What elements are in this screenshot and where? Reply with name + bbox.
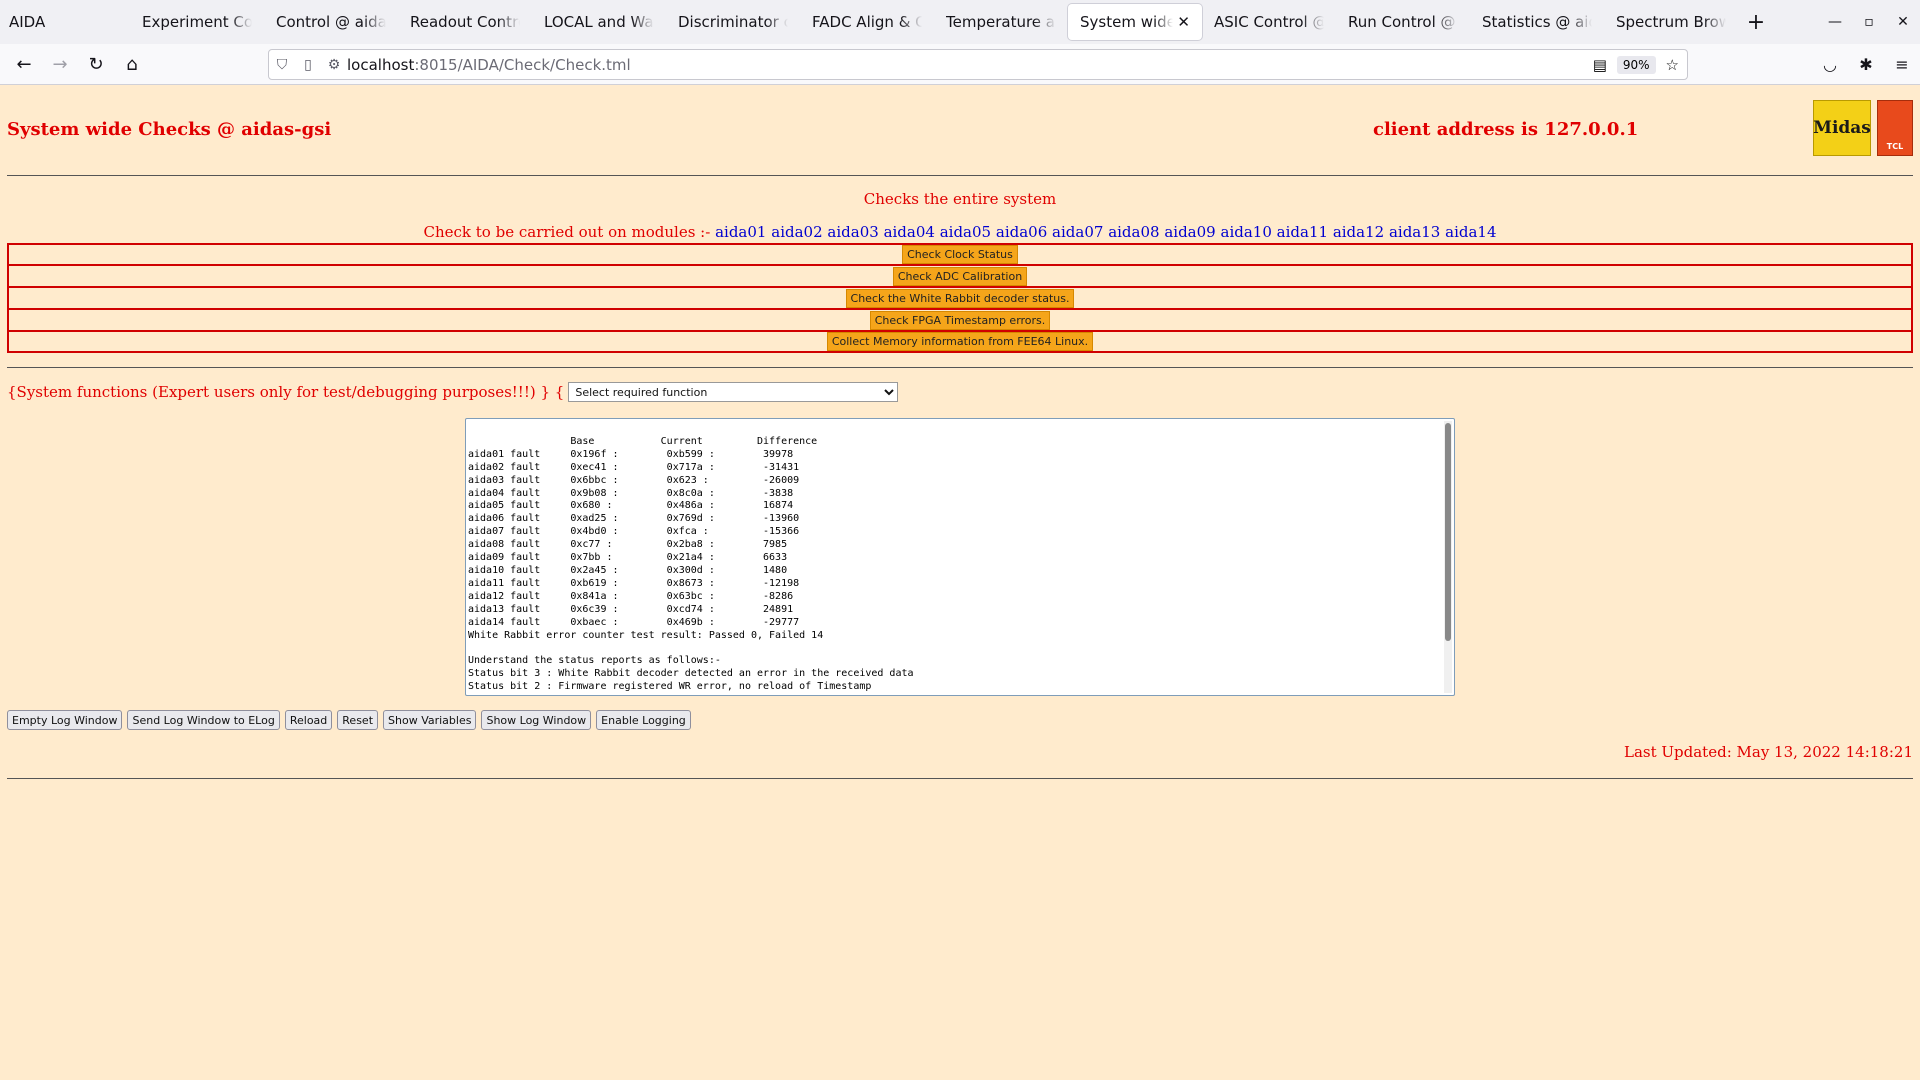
last-updated: Last Updated: May 13, 2022 14:18:21 xyxy=(1624,743,1913,761)
show-log-window-button[interactable]: Show Log Window xyxy=(481,710,592,730)
client-address: client address is 127.0.0.1 xyxy=(1373,119,1639,140)
close-window-icon[interactable]: ✕ xyxy=(1886,14,1920,30)
check-row: Check the White Rabbit decoder status. xyxy=(7,287,1913,309)
check-row: Check Clock Status xyxy=(7,243,1913,265)
divider xyxy=(7,175,1913,176)
reader-view-icon[interactable]: ▤ xyxy=(1593,56,1607,74)
window-controls: — ▫ ✕ xyxy=(1818,14,1920,30)
page-icon: ▯ xyxy=(304,56,312,73)
modules-label: Check to be carried out on modules :- xyxy=(423,223,711,241)
module-link-aida01[interactable]: aida01 xyxy=(715,223,766,241)
system-functions-label: {System functions (Expert users only for… xyxy=(7,383,565,401)
check-row: Collect Memory information from FEE64 Li… xyxy=(7,331,1913,353)
pocket-icon[interactable]: ◡ xyxy=(1812,55,1848,74)
back-arrow-icon[interactable]: ← xyxy=(6,54,42,75)
tab-local-wave[interactable]: LOCAL and Wave xyxy=(532,4,666,40)
module-link-aida06[interactable]: aida06 xyxy=(996,223,1047,241)
tab-system-wide-checks[interactable]: System wide Ch✕ xyxy=(1068,4,1202,40)
reload-button[interactable]: Reload xyxy=(284,710,333,730)
module-link-aida10[interactable]: aida10 xyxy=(1221,223,1272,241)
checks-table: Check Clock Status Check ADC Calibration… xyxy=(7,243,1913,353)
tab-experiment-control[interactable]: Experiment Control xyxy=(130,4,264,40)
module-link-aida14[interactable]: aida14 xyxy=(1445,223,1496,241)
midas-logo: Midas xyxy=(1813,100,1871,156)
tab-statistics[interactable]: Statistics @ aidas xyxy=(1470,4,1604,40)
show-variables-button[interactable]: Show Variables xyxy=(383,710,477,730)
modules-line: Check to be carried out on modules :- ai… xyxy=(0,223,1920,241)
log-button-row: Empty Log Window Send Log Window to ELog… xyxy=(7,710,691,730)
close-icon[interactable]: ✕ xyxy=(1173,13,1190,31)
log-scrollbar[interactable] xyxy=(1444,421,1452,693)
browser-tabbar: AIDA Experiment Control Control @ aidas-… xyxy=(0,0,1920,44)
url-bar[interactable]: ⛉ ▯ ⚙ localhost:8015/AIDA/Check/Check.tm… xyxy=(268,49,1688,80)
module-link-aida12[interactable]: aida12 xyxy=(1333,223,1384,241)
enable-logging-button[interactable]: Enable Logging xyxy=(596,710,691,730)
module-link-aida03[interactable]: aida03 xyxy=(827,223,878,241)
check-clock-status-button[interactable]: Check Clock Status xyxy=(902,245,1018,264)
divider xyxy=(7,778,1913,779)
app-name: AIDA xyxy=(9,13,46,31)
module-link-aida11[interactable]: aida11 xyxy=(1277,223,1328,241)
check-adc-calibration-button[interactable]: Check ADC Calibration xyxy=(892,266,1028,286)
check-row: Check FPGA Timestamp errors. xyxy=(7,309,1913,331)
reload-icon[interactable]: ↻ xyxy=(78,54,114,75)
tab-control[interactable]: Control @ aidas-gsi xyxy=(264,4,398,40)
tab-run-control[interactable]: Run Control @ ai xyxy=(1336,4,1470,40)
check-row: Check ADC Calibration xyxy=(7,265,1913,287)
module-link-aida05[interactable]: aida05 xyxy=(940,223,991,241)
permissions-icon[interactable]: ⚙ xyxy=(321,57,347,73)
tab-spectrum-browser[interactable]: Spectrum Browse xyxy=(1604,4,1738,40)
system-function-select[interactable]: Select required function xyxy=(568,382,899,402)
tab-fadc-align[interactable]: FADC Align & Con xyxy=(800,4,934,40)
menu-icon[interactable]: ≡ xyxy=(1884,55,1920,74)
collect-memory-info-button[interactable]: Collect Memory information from FEE64 Li… xyxy=(826,332,1094,351)
empty-log-window-button[interactable]: Empty Log Window xyxy=(7,710,123,730)
check-white-rabbit-button[interactable]: Check the White Rabbit decoder status. xyxy=(845,288,1075,308)
url-text[interactable]: localhost:8015/AIDA/Check/Check.tml xyxy=(347,56,631,74)
divider xyxy=(7,367,1913,368)
tab-asic-control[interactable]: ASIC Control @ ai xyxy=(1202,4,1336,40)
module-link-aida13[interactable]: aida13 xyxy=(1389,223,1440,241)
extension-icon[interactable]: ✱ xyxy=(1848,55,1884,74)
log-text[interactable]: Base Current Difference aida01 fault 0x1… xyxy=(468,423,1438,691)
forward-arrow-icon[interactable]: → xyxy=(42,54,78,75)
module-link-aida02[interactable]: aida02 xyxy=(771,223,822,241)
tab-readout-control[interactable]: Readout Control @ xyxy=(398,4,532,40)
log-window[interactable]: Base Current Difference aida01 fault 0x1… xyxy=(465,418,1455,696)
send-log-to-elog-button[interactable]: Send Log Window to ELog xyxy=(127,710,280,730)
new-tab-button[interactable]: + xyxy=(1738,10,1774,35)
bookmark-star-icon[interactable]: ☆ xyxy=(1666,56,1679,74)
minimize-icon[interactable]: — xyxy=(1818,14,1852,30)
page-subtitle: Checks the entire system xyxy=(863,190,1057,208)
page-content: System wide Checks @ aidas-gsi client ad… xyxy=(0,86,1920,1080)
module-link-aida04[interactable]: aida04 xyxy=(884,223,935,241)
tab-temperature[interactable]: Temperature and xyxy=(934,4,1068,40)
tcl-logo: TCL xyxy=(1877,100,1913,156)
scrollbar-thumb[interactable] xyxy=(1445,423,1451,641)
reset-button[interactable]: Reset xyxy=(337,710,379,730)
page-title: System wide Checks @ aidas-gsi xyxy=(7,119,332,140)
tab-discriminator[interactable]: Discriminator con xyxy=(666,4,800,40)
system-functions: {System functions (Expert users only for… xyxy=(7,382,899,402)
zoom-level[interactable]: 90% xyxy=(1616,55,1656,74)
module-link-aida07[interactable]: aida07 xyxy=(1052,223,1103,241)
module-link-aida09[interactable]: aida09 xyxy=(1164,223,1215,241)
maximize-icon[interactable]: ▫ xyxy=(1852,14,1886,30)
home-icon[interactable]: ⌂ xyxy=(114,54,150,75)
shield-icon[interactable]: ⛉ xyxy=(269,57,295,73)
module-link-aida08[interactable]: aida08 xyxy=(1108,223,1159,241)
browser-navbar: ← → ↻ ⌂ ⛉ ▯ ⚙ localhost:8015/AIDA/Check/… xyxy=(0,44,1920,85)
check-fpga-timestamp-button[interactable]: Check FPGA Timestamp errors. xyxy=(869,310,1051,330)
